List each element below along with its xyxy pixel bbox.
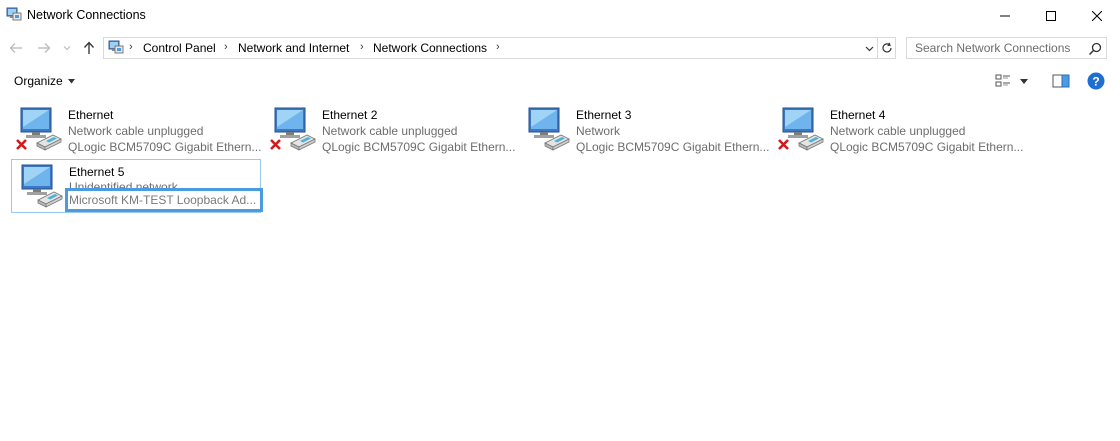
breadcrumb-control-panel[interactable]: Control Panel: [143, 41, 216, 55]
arrow-left-icon: [9, 43, 22, 53]
up-button[interactable]: [80, 39, 98, 57]
chevron-down-icon: [865, 46, 873, 52]
svg-text:?: ?: [1092, 75, 1099, 89]
change-view-button[interactable]: [995, 72, 1035, 90]
breadcrumb-network-and-internet[interactable]: Network and Internet: [238, 41, 349, 55]
connection-item-ethernet-3[interactable]: Ethernet 3 Network QLogic BCM5709C Gigab…: [519, 103, 769, 157]
breadcrumb-separator-icon[interactable]: ›: [360, 41, 364, 53]
connection-device: QLogic BCM5709C Gigabit Ethern...: [830, 140, 1024, 154]
minimize-button[interactable]: [982, 0, 1028, 31]
preview-pane-icon[interactable]: [1051, 72, 1071, 90]
window-title: Network Connections: [27, 8, 146, 22]
connection-status: Network cable unplugged: [830, 124, 966, 138]
title-bar: Network Connections: [0, 0, 1120, 31]
help-icon[interactable]: ?: [1087, 72, 1105, 90]
close-button[interactable]: [1074, 0, 1120, 31]
search-placeholder: Search Network Connections: [915, 41, 1071, 55]
maximize-button[interactable]: [1028, 0, 1074, 31]
connection-name: Ethernet 4: [830, 108, 886, 122]
network-adapter-icon: [778, 107, 824, 151]
organize-label: Organize: [14, 74, 63, 88]
search-input[interactable]: Search Network Connections: [906, 37, 1107, 59]
recent-locations-button[interactable]: [61, 39, 73, 57]
breadcrumb-separator-icon[interactable]: ›: [496, 41, 500, 53]
connection-name: Ethernet 5: [69, 165, 125, 179]
command-bar: Organize ?: [0, 66, 1120, 96]
disconnected-x-icon: [778, 139, 789, 150]
connection-item-ethernet-5[interactable]: Ethernet 5 Unidentified network Microsof…: [11, 159, 263, 213]
minimize-icon: [1000, 15, 1010, 16]
refresh-icon: [882, 42, 892, 53]
connections-list: Ethernet Network cable unplugged QLogic …: [0, 99, 1120, 441]
organize-button[interactable]: Organize: [8, 71, 81, 91]
disconnected-x-icon: [270, 139, 281, 150]
connection-status: Network cable unplugged: [322, 124, 458, 138]
caret-down-icon: [67, 78, 75, 83]
breadcrumb-separator-icon[interactable]: ›: [129, 41, 133, 53]
connection-device: QLogic BCM5709C Gigabit Ethern...: [322, 140, 516, 154]
connection-device: QLogic BCM5709C Gigabit Ethern...: [576, 140, 770, 154]
disconnected-x-icon: [16, 139, 27, 150]
arrow-right-icon: [38, 43, 51, 53]
connection-status: Network: [576, 124, 621, 138]
network-adapter-icon: [21, 164, 63, 208]
connection-name: Ethernet: [68, 108, 114, 122]
connection-status: Network cable unplugged: [68, 124, 204, 138]
caret-down-icon[interactable]: [1020, 78, 1028, 84]
back-button[interactable]: [7, 39, 25, 57]
connection-name: Ethernet 2: [322, 108, 378, 122]
close-icon: [1092, 10, 1102, 21]
network-adapter-icon: [16, 107, 62, 151]
connection-item-ethernet-2[interactable]: Ethernet 2 Network cable unplugged QLogi…: [265, 103, 515, 157]
rename-edit-field[interactable]: Microsoft KM-TEST Loopback Ad...: [65, 188, 263, 212]
connection-device: QLogic BCM5709C Gigabit Ethern...: [68, 140, 262, 154]
network-adapter-icon: [528, 107, 570, 151]
connection-device: Microsoft KM-TEST Loopback Ad...: [69, 193, 257, 207]
network-connections-icon: [108, 40, 124, 54]
breadcrumb-separator-icon[interactable]: ›: [224, 41, 228, 53]
arrow-up-icon: [83, 41, 95, 54]
address-dropdown-button[interactable]: [861, 41, 877, 57]
refresh-button[interactable]: [877, 38, 896, 58]
address-bar[interactable]: › Control Panel › Network and Internet ›…: [103, 37, 896, 59]
forward-button[interactable]: [35, 39, 53, 57]
connection-name: Ethernet 3: [576, 108, 632, 122]
search-icon[interactable]: [1087, 41, 1103, 57]
network-adapter-icon: [270, 107, 316, 151]
navigation-bar: › Control Panel › Network and Internet ›…: [0, 33, 1120, 63]
connection-item-ethernet-4[interactable]: Ethernet 4 Network cable unplugged QLogi…: [773, 103, 1023, 157]
network-connections-icon: [6, 7, 22, 21]
view-details-icon: [995, 74, 1010, 87]
maximize-icon: [1046, 10, 1056, 21]
chevron-down-icon: [63, 46, 71, 51]
breadcrumb-network-connections[interactable]: Network Connections: [373, 41, 487, 55]
connection-item-ethernet[interactable]: Ethernet Network cable unplugged QLogic …: [11, 103, 261, 157]
